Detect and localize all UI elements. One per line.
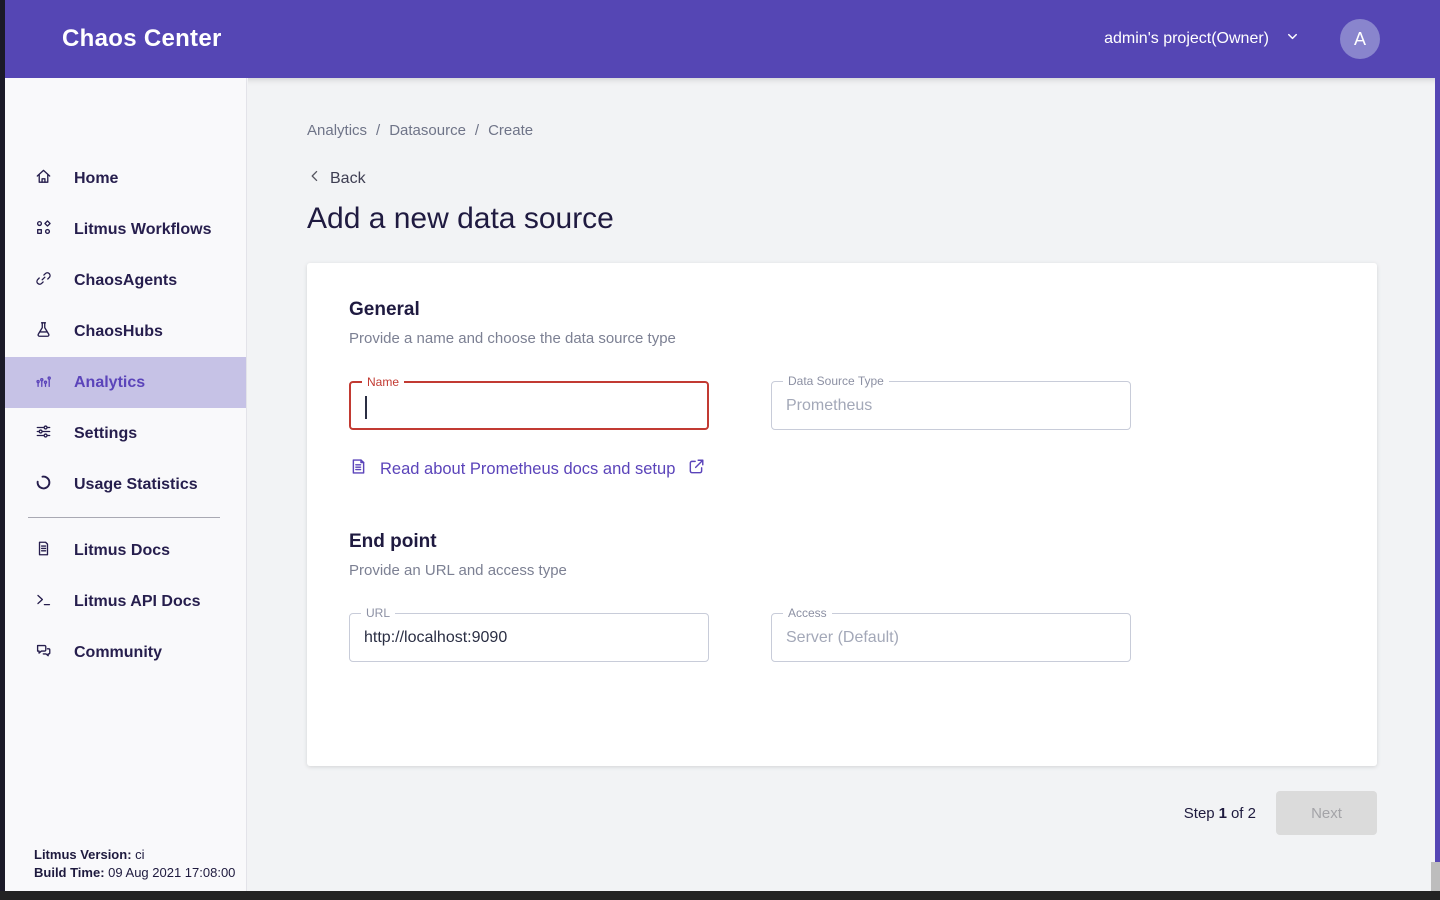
sidebar-item-label: Community: [74, 644, 162, 662]
window-edge-bottom: [0, 891, 1440, 900]
sidebar-item-chaoshubs[interactable]: ChaosHubs: [0, 306, 246, 357]
stepper-row: Step 1 of 2 Next: [307, 791, 1377, 835]
access-field-value: Server (Default): [786, 629, 899, 647]
chevron-left-icon: [307, 168, 323, 189]
home-icon: [34, 167, 53, 191]
window-edge-left: [0, 0, 5, 900]
sidebar-item-litmus-api-docs[interactable]: Litmus API Docs: [0, 576, 246, 627]
chevron-down-icon: [1285, 29, 1300, 49]
sidebar-divider: [28, 517, 220, 518]
sidebar: Home Litmus Workflows ChaosAgents ChaosH…: [0, 78, 247, 900]
access-field[interactable]: Access Server (Default): [771, 613, 1131, 662]
endpoint-section-subtitle: Provide an URL and access type: [349, 562, 1335, 579]
main-content: Analytics / Datasource / Create Back Add…: [248, 78, 1440, 900]
litmus-version-line: Litmus Version: ci: [34, 846, 235, 864]
sidebar-item-label: ChaosHubs: [74, 323, 163, 341]
header-right: admin's project(Owner) A: [1104, 19, 1380, 59]
chain-link-icon: [34, 269, 53, 293]
url-field-label: URL: [361, 606, 395, 620]
spinner-circle-icon: [34, 473, 53, 497]
breadcrumb-separator: /: [475, 122, 479, 139]
back-label: Back: [330, 170, 366, 188]
step-indicator: Step 1 of 2: [1184, 805, 1256, 822]
sidebar-item-label: Litmus Docs: [74, 542, 170, 560]
build-time-line: Build Time: 09 Aug 2021 17:08:00: [34, 864, 235, 882]
document-icon: [34, 539, 53, 563]
url-field[interactable]: URL http://localhost:9090: [349, 613, 709, 662]
sidebar-item-usage-statistics[interactable]: Usage Statistics: [0, 459, 246, 510]
chat-bubbles-icon: [34, 641, 53, 665]
name-field-label: Name: [362, 375, 404, 389]
version-info: Litmus Version: ci Build Time: 09 Aug 20…: [34, 846, 235, 882]
sidebar-item-label: Settings: [74, 425, 137, 443]
data-source-type-label: Data Source Type: [783, 374, 889, 388]
sidebar-item-settings[interactable]: Settings: [0, 408, 246, 459]
docs-link-label: Read about Prometheus docs and setup: [380, 460, 675, 479]
scrollbar-corner: [1431, 862, 1440, 891]
flask-icon: [34, 320, 53, 344]
endpoint-section: End point Provide an URL and access type…: [349, 531, 1335, 662]
general-section-subtitle: Provide a name and choose the data sourc…: [349, 330, 1335, 347]
app-title: Chaos Center: [62, 25, 222, 53]
project-selector[interactable]: admin's project(Owner): [1104, 29, 1300, 49]
workflows-icon: [34, 218, 53, 242]
breadcrumb-create[interactable]: Create: [488, 122, 533, 139]
next-button[interactable]: Next: [1276, 791, 1377, 835]
sidebar-item-label: Home: [74, 170, 118, 188]
sidebar-nav: Home Litmus Workflows ChaosAgents ChaosH…: [0, 153, 246, 678]
sidebar-item-label: ChaosAgents: [74, 272, 177, 290]
breadcrumb: Analytics / Datasource / Create: [307, 122, 1440, 139]
app-header: Chaos Center admin's project(Owner) A: [0, 0, 1440, 78]
sidebar-item-analytics[interactable]: Analytics: [0, 357, 246, 408]
sidebar-item-home[interactable]: Home: [0, 153, 246, 204]
datasource-form-card: General Provide a name and choose the da…: [307, 263, 1377, 766]
sidebar-item-label: Litmus API Docs: [74, 593, 201, 611]
breadcrumb-separator: /: [376, 122, 380, 139]
url-field-value: http://localhost:9090: [364, 629, 507, 647]
data-source-type-field[interactable]: Data Source Type Prometheus: [771, 381, 1131, 430]
sidebar-item-litmus-workflows[interactable]: Litmus Workflows: [0, 204, 246, 255]
back-button[interactable]: Back: [307, 168, 1440, 189]
general-section-title: General: [349, 299, 1335, 321]
prometheus-docs-link[interactable]: Read about Prometheus docs and setup: [349, 457, 706, 481]
sidebar-item-label: Usage Statistics: [74, 476, 198, 494]
terminal-icon: [34, 590, 53, 614]
project-selector-label: admin's project(Owner): [1104, 30, 1269, 48]
sidebar-item-chaosagents[interactable]: ChaosAgents: [0, 255, 246, 306]
sidebar-item-label: Analytics: [74, 374, 145, 392]
name-field[interactable]: Name: [349, 381, 709, 430]
data-source-type-value: Prometheus: [786, 397, 872, 415]
text-caret: [365, 396, 367, 419]
access-field-label: Access: [783, 606, 832, 620]
sliders-icon: [34, 422, 53, 446]
document-lines-icon: [349, 457, 368, 481]
sidebar-item-litmus-docs[interactable]: Litmus Docs: [0, 525, 246, 576]
breadcrumb-analytics[interactable]: Analytics: [307, 122, 367, 139]
avatar-initial: A: [1354, 29, 1366, 50]
endpoint-section-title: End point: [349, 531, 1335, 553]
sidebar-item-label: Litmus Workflows: [74, 221, 212, 239]
vertical-scrollbar[interactable]: [1435, 78, 1440, 862]
breadcrumb-datasource[interactable]: Datasource: [389, 122, 466, 139]
page-title: Add a new data source: [307, 202, 1440, 236]
bar-chart-icon: [34, 371, 53, 395]
general-section: General Provide a name and choose the da…: [349, 299, 1335, 481]
avatar[interactable]: A: [1340, 19, 1380, 59]
sidebar-item-community[interactable]: Community: [0, 627, 246, 678]
external-link-icon: [687, 457, 706, 481]
